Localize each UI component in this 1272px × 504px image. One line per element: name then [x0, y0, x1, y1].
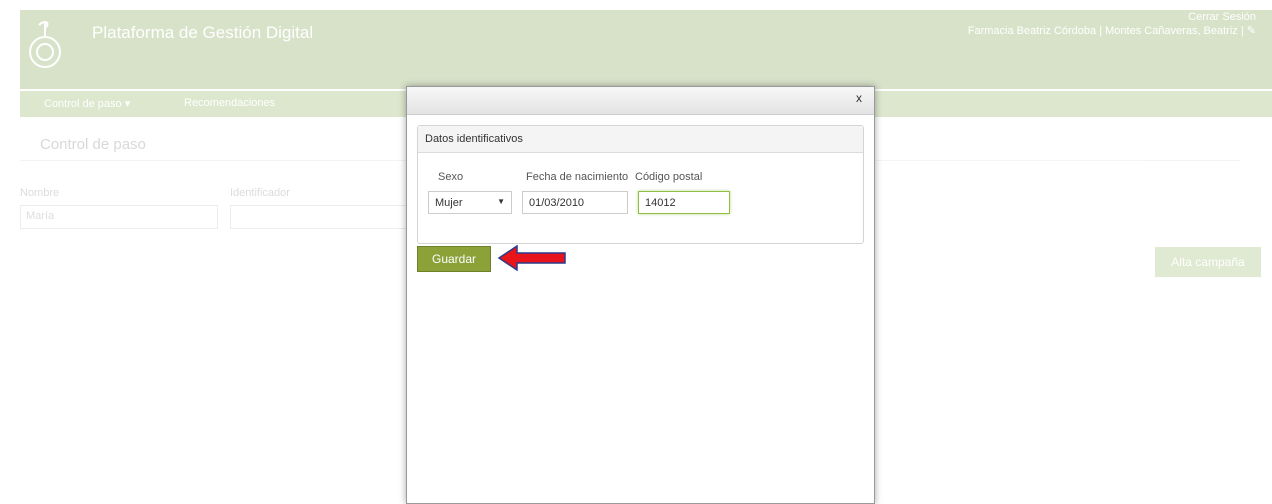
panel-heading: Datos identificativos	[418, 126, 863, 153]
guardar-button[interactable]: Guardar	[417, 246, 491, 272]
fecha-label: Fecha de nacimiento	[526, 171, 629, 183]
nav-control-de-paso[interactable]: Control de paso ▾	[44, 97, 130, 110]
identifier-label: Identificador	[230, 187, 290, 199]
pharmacy-logo-icon	[29, 21, 61, 68]
nav-recomendaciones[interactable]: Recomendaciones	[184, 97, 275, 109]
codigo-postal-label: Código postal	[635, 171, 703, 183]
close-button[interactable]: x	[856, 91, 862, 105]
sexo-value: Mujer	[435, 197, 463, 209]
sexo-select[interactable]: Mujer ▼	[428, 191, 512, 214]
alta-campana-button[interactable]: Alta campaña	[1155, 247, 1261, 277]
modal-header: x	[407, 87, 874, 115]
sexo-label: Sexo	[438, 171, 464, 183]
logout-link[interactable]: Cerrar Sesión	[968, 10, 1256, 24]
datos-panel: Datos identificativos Sexo Mujer ▼ Fecha…	[417, 125, 864, 244]
section-title: Control de paso	[40, 136, 146, 153]
user-links: Cerrar Sesión Farmacia Beatriz Córdoba |…	[968, 10, 1256, 38]
caret-down-icon: ▼	[497, 197, 505, 206]
name-label: Nombre	[20, 187, 60, 199]
codigo-postal-input[interactable]: 14012	[638, 191, 730, 214]
header: Plataforma de Gestión Digital Cerrar Ses…	[20, 10, 1272, 89]
user-info: Farmacia Beatriz Córdoba | Montes Cañave…	[967, 25, 1244, 37]
modal-dialog: x Datos identificativos Sexo Mujer ▼ Fec…	[406, 86, 875, 504]
identifier-input[interactable]	[230, 205, 410, 229]
fecha-input[interactable]: 01/03/2010	[522, 191, 628, 214]
name-input[interactable]: María	[20, 205, 218, 229]
brand-title: Plataforma de Gestión Digital	[92, 23, 314, 42]
page: Plataforma de Gestión Digital Cerrar Ses…	[0, 0, 1272, 504]
red-arrow-left-icon	[497, 245, 566, 271]
edit-icon[interactable]: ✎	[1247, 25, 1256, 37]
